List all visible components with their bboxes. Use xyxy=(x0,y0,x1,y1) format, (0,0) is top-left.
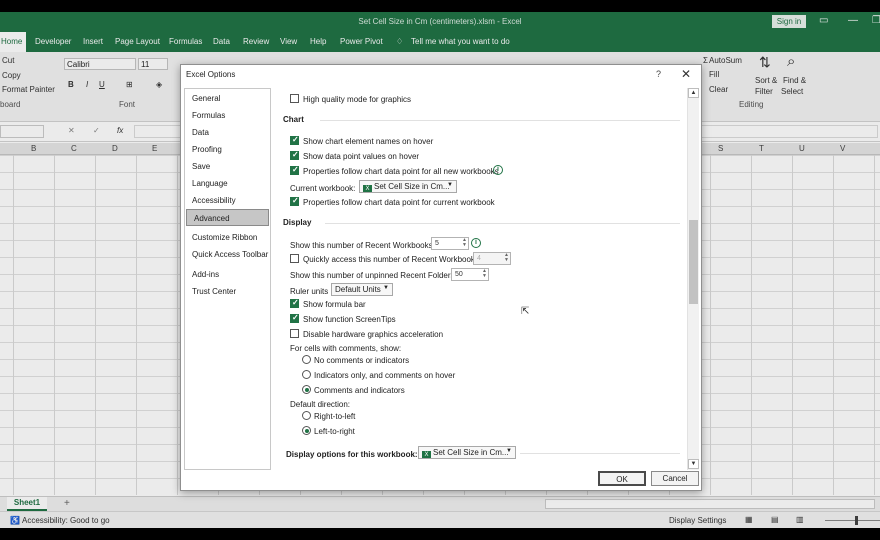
ltr-label: Left-to-right xyxy=(314,427,355,436)
rtl-radio[interactable] xyxy=(302,411,311,420)
excel-file-icon: X xyxy=(363,185,372,192)
quick-access-checkbox[interactable] xyxy=(290,254,299,263)
excel-options-dialog: Excel Options ? ✕ General Formulas Data … xyxy=(180,64,702,491)
current-workbook-label: Current workbook: xyxy=(290,184,356,193)
ok-button[interactable]: OK xyxy=(598,471,646,486)
spinner-arrows-icon[interactable]: ▲ ▼ xyxy=(462,238,467,248)
comments-indicators-radio[interactable] xyxy=(302,370,311,379)
ruler-units-label: Ruler units xyxy=(290,287,329,296)
ruler-units-dropdown[interactable]: Default Units ▼ xyxy=(331,283,393,296)
section-divider xyxy=(320,120,680,121)
chevron-down-icon: ▼ xyxy=(506,448,512,454)
nav-general[interactable]: General xyxy=(185,90,270,107)
comments-all-radio[interactable] xyxy=(302,385,311,394)
quick-access-spinner[interactable]: 4 ▲ ▼ xyxy=(473,252,511,265)
nav-data[interactable]: Data xyxy=(185,124,270,141)
current-workbook-value: Set Cell Size in Cm... xyxy=(374,182,450,191)
spinner-arrows-icon[interactable]: ▲ ▼ xyxy=(504,253,509,263)
show-data-values-checkbox[interactable] xyxy=(290,150,299,160)
mouse-cursor-icon: ⇱ xyxy=(521,306,530,317)
close-button[interactable]: ✕ xyxy=(681,67,691,81)
display-section-heading: Display xyxy=(283,218,312,227)
show-chart-names-label: Show chart element names on hover xyxy=(303,137,434,146)
recent-workbooks-label: Show this number of Recent Workbooks: xyxy=(290,241,435,250)
advanced-options-panel: High quality mode for graphics Chart Sho… xyxy=(275,88,686,470)
chevron-down-icon: ▼ xyxy=(383,285,389,291)
hq-graphics-checkbox[interactable] xyxy=(290,94,299,103)
ltr-radio[interactable] xyxy=(302,426,311,435)
display-workbook-dropdown[interactable]: X Set Cell Size in Cm... ▼ xyxy=(418,446,516,459)
nav-customize-ribbon[interactable]: Customize Ribbon xyxy=(185,229,270,246)
scrollbar-thumb[interactable] xyxy=(689,220,698,304)
display-workbook-heading: Display options for this workbook: xyxy=(286,450,418,459)
nav-save[interactable]: Save xyxy=(185,158,270,175)
nav-quick-access-toolbar[interactable]: Quick Access Toolbar xyxy=(185,246,270,263)
nav-add-ins[interactable]: Add-ins xyxy=(185,266,270,283)
display-workbook-value: Set Cell Size in Cm... xyxy=(433,448,509,457)
screentips-checkbox[interactable] xyxy=(290,313,299,323)
show-chart-names-checkbox[interactable] xyxy=(290,135,299,145)
unpinned-folders-spinner[interactable]: 50 ▲ ▼ xyxy=(451,268,489,281)
rtl-label: Right-to-left xyxy=(314,412,356,421)
nav-proofing[interactable]: Proofing xyxy=(185,141,270,158)
section-divider xyxy=(325,223,680,224)
hq-graphics-label: High quality mode for graphics xyxy=(303,95,412,104)
comments-indicators-label: Indicators only, and comments on hover xyxy=(314,371,456,380)
cancel-button[interactable]: Cancel xyxy=(651,471,699,486)
excel-file-icon: X xyxy=(422,451,431,458)
unpinned-folders-value: 50 xyxy=(455,271,463,278)
chevron-down-icon: ▼ xyxy=(447,182,453,188)
spinner-arrows-icon[interactable]: ▲ ▼ xyxy=(482,269,487,279)
dialog-title: Excel Options xyxy=(186,70,236,79)
screentips-label: Show function ScreenTips xyxy=(303,315,396,324)
nav-accessibility[interactable]: Accessibility xyxy=(185,192,270,209)
nav-formulas[interactable]: Formulas xyxy=(185,107,270,124)
hw-accel-checkbox[interactable] xyxy=(290,329,299,338)
scroll-down-icon[interactable]: ▼ xyxy=(688,459,699,469)
formula-bar-checkbox[interactable] xyxy=(290,298,299,308)
props-follow-current-checkbox[interactable] xyxy=(290,196,299,206)
nav-trust-center[interactable]: Trust Center xyxy=(185,283,270,300)
excel-window: Set Cell Size in Cm (centimeters).xlsm -… xyxy=(0,12,880,528)
comments-label: For cells with comments, show: xyxy=(290,344,402,353)
comments-all-label: Comments and indicators xyxy=(314,386,405,395)
options-scrollbar[interactable]: ▲ ▼ xyxy=(687,88,699,470)
help-button[interactable]: ? xyxy=(656,69,661,79)
show-data-values-label: Show data point values on hover xyxy=(303,152,420,161)
options-nav: General Formulas Data Proofing Save Lang… xyxy=(184,88,271,470)
quick-access-label: Quickly access this number of Recent Wor… xyxy=(303,255,482,264)
props-follow-current-label: Properties follow chart data point for c… xyxy=(303,198,495,207)
nav-language[interactable]: Language xyxy=(185,175,270,192)
quick-access-value: 4 xyxy=(477,255,481,262)
comments-none-radio[interactable] xyxy=(302,355,311,364)
unpinned-folders-label: Show this number of unpinned Recent Fold… xyxy=(290,271,457,280)
section-divider xyxy=(520,453,680,454)
direction-label: Default direction: xyxy=(290,400,351,409)
props-follow-all-checkbox[interactable] xyxy=(290,165,299,175)
ruler-units-value: Default Units xyxy=(335,285,381,294)
chart-section-heading: Chart xyxy=(283,115,304,124)
comments-none-label: No comments or indicators xyxy=(314,356,410,365)
props-follow-all-label: Properties follow chart data point for a… xyxy=(303,167,499,176)
recent-workbooks-value: 5 xyxy=(435,240,439,247)
hw-accel-label: Disable hardware graphics acceleration xyxy=(303,330,444,339)
formula-bar-label: Show formula bar xyxy=(303,300,366,309)
info-icon[interactable]: i xyxy=(471,238,481,248)
recent-workbooks-spinner[interactable]: 5 ▲ ▼ xyxy=(431,237,469,250)
current-workbook-dropdown[interactable]: X Set Cell Size in Cm... ▼ xyxy=(359,180,457,193)
scroll-up-icon[interactable]: ▲ xyxy=(688,88,699,98)
nav-advanced[interactable]: Advanced xyxy=(186,209,269,226)
info-icon[interactable]: i xyxy=(493,165,503,175)
